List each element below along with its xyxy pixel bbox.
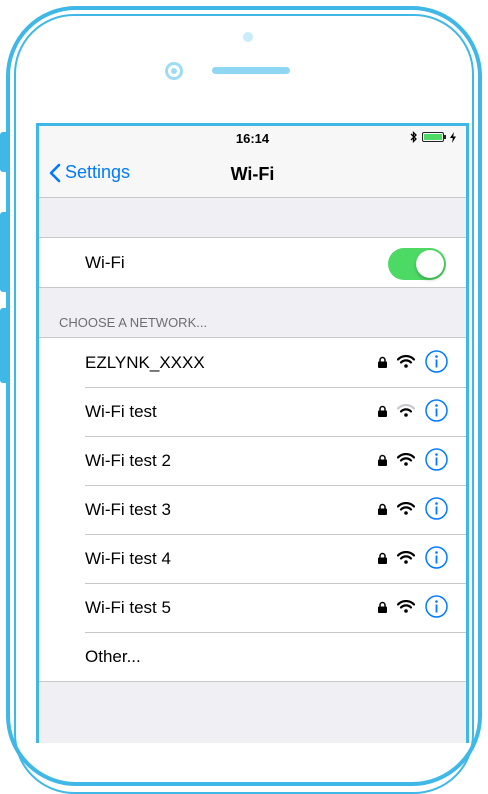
- lock-icon: [378, 454, 387, 466]
- network-name: Wi-Fi test 4: [85, 548, 171, 568]
- page-title: Wi-Fi: [230, 164, 275, 184]
- wifi-signal-icon: [397, 502, 415, 515]
- wifi-toggle-group: Wi-Fi: [39, 237, 466, 288]
- volume-down-button: [0, 308, 9, 383]
- wifi-signal-icon: [397, 600, 415, 613]
- bluetooth-icon: [410, 131, 417, 143]
- lock-icon: [378, 601, 387, 613]
- lock-icon: [378, 503, 387, 515]
- network-name: Wi-Fi test 5: [85, 597, 171, 617]
- status-time: 16:14: [235, 131, 270, 146]
- network-row[interactable]: Wi-Fi test 2: [39, 436, 466, 485]
- info-icon[interactable]: [425, 546, 448, 569]
- wifi-toggle-label: Wi-Fi: [85, 252, 125, 272]
- network-status-icons: [378, 546, 448, 569]
- wifi-signal-icon: [397, 551, 415, 564]
- wifi-signal-icon: [397, 355, 415, 368]
- wifi-toggle-row: Wi-Fi: [39, 238, 466, 287]
- network-name: EZLYNK_XXXX: [85, 352, 205, 372]
- navigation-bar: Settings Wi-Fi: [39, 150, 466, 198]
- other-network-label: Other...: [85, 646, 141, 666]
- wifi-signal-weak-icon: [397, 404, 415, 417]
- network-row[interactable]: Wi-Fi test 4: [39, 534, 466, 583]
- network-name: Wi-Fi test 2: [85, 450, 171, 470]
- status-bar: 16:14: [39, 126, 466, 150]
- info-icon[interactable]: [425, 497, 448, 520]
- charging-bolt-icon: [450, 131, 456, 143]
- network-row[interactable]: Wi-Fi test 3: [39, 485, 466, 534]
- lock-icon: [378, 552, 387, 564]
- wifi-toggle-switch[interactable]: [388, 248, 446, 280]
- screen: 16:14 Settings Wi-Fi Wi-Fi CHOOSE A NETW…: [36, 123, 469, 743]
- networks-section-header: CHOOSE A NETWORK...: [39, 288, 466, 337]
- network-name: Wi-Fi test: [85, 401, 157, 421]
- info-icon[interactable]: [425, 595, 448, 618]
- proximity-sensor: [165, 62, 183, 80]
- info-icon[interactable]: [425, 350, 448, 373]
- network-status-icons: [378, 448, 448, 471]
- earpiece-speaker: [212, 67, 290, 74]
- status-right: [410, 131, 456, 143]
- network-row[interactable]: EZLYNK_XXXX: [39, 338, 466, 387]
- network-row[interactable]: Wi-Fi test: [39, 387, 466, 436]
- battery-icon: [422, 132, 446, 142]
- other-network-row[interactable]: Other...: [39, 632, 466, 681]
- network-status-icons: [378, 497, 448, 520]
- lock-icon: [378, 405, 387, 417]
- network-name: Wi-Fi test 3: [85, 499, 171, 519]
- networks-header-label: CHOOSE A NETWORK...: [59, 315, 208, 330]
- network-status-icons: [378, 595, 448, 618]
- volume-up-button: [0, 212, 9, 292]
- network-status-icons: [378, 399, 448, 422]
- lock-icon: [378, 356, 387, 368]
- mute-switch: [0, 132, 9, 172]
- wifi-signal-icon: [397, 453, 415, 466]
- info-icon[interactable]: [425, 448, 448, 471]
- info-icon[interactable]: [425, 399, 448, 422]
- network-list: EZLYNK_XXXX Wi-Fi test Wi-Fi test 2 Wi-F…: [39, 337, 466, 682]
- network-status-icons: [378, 350, 448, 373]
- toggle-knob: [416, 250, 444, 278]
- network-row[interactable]: Wi-Fi test 5: [39, 583, 466, 632]
- front-camera: [243, 32, 253, 42]
